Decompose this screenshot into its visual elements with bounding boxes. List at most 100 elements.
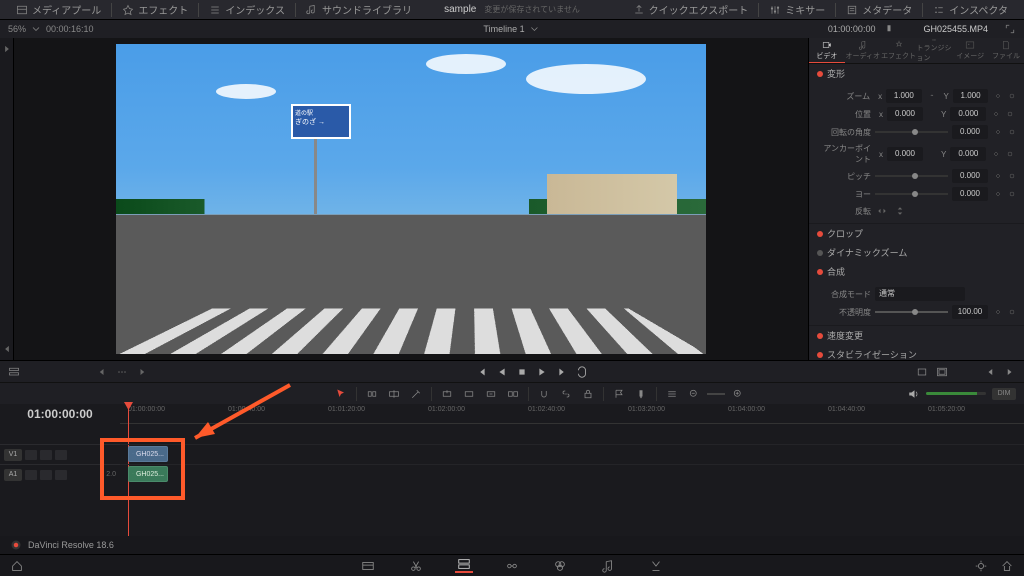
keyframe-icon[interactable] [994,128,1002,136]
last-frame-button[interactable] [555,365,569,379]
jump-start-icon[interactable] [984,366,996,378]
link-icon[interactable] [928,92,936,100]
marker-button[interactable] [632,386,650,402]
effects-button[interactable]: エフェクト [114,2,196,17]
pitch-slider[interactable] [875,175,948,177]
keyframe-icon[interactable] [992,150,1000,158]
tab-video[interactable]: ビデオ [809,38,845,63]
audio-clip[interactable]: GH025... [128,466,168,482]
zoom-slider[interactable] [707,386,725,402]
home-icon[interactable] [10,559,24,573]
track-auto-select[interactable] [55,450,67,460]
deliver-page[interactable] [647,559,665,573]
blend-mode-select[interactable]: 通常 [875,287,965,301]
chevron-down-icon[interactable] [529,23,541,35]
reset-icon[interactable] [1008,92,1016,100]
opacity-input[interactable]: 100.00 [952,305,988,319]
index-button[interactable]: インデックス [201,2,293,17]
zoom-y-input[interactable]: 1.000 [953,89,988,103]
replace-button[interactable] [482,386,500,402]
flag-button[interactable] [610,386,628,402]
prev-edit-icon[interactable] [96,366,108,378]
trim-tool[interactable] [363,386,381,402]
quick-export-button[interactable]: クイックエクスポート [625,2,757,17]
keyframe-icon[interactable] [994,92,1002,100]
zoom-in-button[interactable] [729,386,747,402]
match-frame-icon[interactable] [916,366,928,378]
anchor-x-input[interactable]: 0.000 [887,147,923,161]
flip-h-button[interactable] [875,205,889,217]
video-track-head[interactable]: V1 [0,444,120,464]
zoom-x-input[interactable]: 1.000 [886,89,921,103]
sound-library-button[interactable]: サウンドライブラリ [298,2,420,17]
chevron-down-icon[interactable] [30,23,42,35]
rotation-input[interactable]: 0.000 [952,125,988,139]
zoom-out-button[interactable] [685,386,703,402]
play-reverse-button[interactable] [495,365,509,379]
reset-icon[interactable] [1008,128,1016,136]
section-transform[interactable]: 変形 [809,64,1024,83]
options-icon[interactable] [116,366,128,378]
jump-end-icon[interactable] [1004,366,1016,378]
play-button[interactable] [535,365,549,379]
timeline-view-icon[interactable] [8,366,20,378]
section-crop[interactable]: クロップ [809,224,1024,243]
video-clip[interactable]: GH025... [128,446,168,462]
in-point-icon[interactable] [2,44,12,54]
tab-file[interactable]: ファイル [988,38,1024,63]
snap-button[interactable] [535,386,553,402]
yaw-input[interactable]: 0.000 [952,187,988,201]
audio-track-head[interactable]: A1 2.0 [0,464,120,484]
section-dynamic-zoom[interactable]: ダイナミックズーム [809,243,1024,262]
pitch-input[interactable]: 0.000 [952,169,988,183]
section-composite[interactable]: 合成 [809,262,1024,281]
timeline-options-button[interactable] [663,386,681,402]
track-v1-label[interactable]: V1 [4,449,22,461]
keyframe-icon[interactable] [994,308,1002,316]
selection-tool[interactable] [332,386,350,402]
fairlight-page[interactable] [599,559,617,573]
expand-icon[interactable] [1004,23,1016,35]
tab-audio[interactable]: オーディオ [845,38,881,63]
flip-v-button[interactable] [893,205,907,217]
safe-area-icon[interactable] [936,366,948,378]
reset-icon[interactable] [1008,172,1016,180]
project-settings-icon[interactable] [974,559,988,573]
cut-page[interactable] [407,559,425,573]
dim-button[interactable]: DIM [992,388,1016,400]
inspector-button[interactable]: インスペクタ [925,2,1016,17]
tab-image[interactable]: イメージ [952,38,988,63]
out-point-icon[interactable] [2,344,12,354]
first-frame-button[interactable] [475,365,489,379]
stop-button[interactable] [515,365,529,379]
rotation-slider[interactable] [875,131,948,133]
timeline-ruler[interactable]: 01:00:00:00 01:00:40:00 01:01:20:00 01:0… [120,404,1024,424]
reset-icon[interactable] [1008,308,1016,316]
track-a1-label[interactable]: A1 [4,469,22,481]
opacity-slider[interactable] [875,311,948,313]
pos-x-input[interactable]: 0.000 [887,107,923,121]
timeline-name[interactable]: Timeline 1 [483,24,524,34]
metadata-button[interactable]: メタデータ [838,2,920,17]
fusion-page[interactable] [503,559,521,573]
track-lock-button[interactable] [25,450,37,460]
timeline-viewer[interactable]: 道の駅 ぎのざ → [14,38,808,360]
speaker-icon[interactable] [906,388,920,400]
media-pool-button[interactable]: メディアプール [8,2,109,17]
loop-button[interactable] [575,365,589,379]
lock-button[interactable] [579,386,597,402]
track-disable-button[interactable] [40,450,52,460]
reset-icon[interactable] [1008,190,1016,198]
edit-page[interactable] [455,559,473,573]
track-solo-button[interactable] [55,470,67,480]
media-page[interactable] [359,559,377,573]
tab-effect[interactable]: エフェクト [881,38,917,63]
section-stabilize[interactable]: スタビライゼーション [809,345,1024,360]
blade-tool[interactable] [407,386,425,402]
keyframe-icon[interactable] [992,110,1000,118]
color-page[interactable] [551,559,569,573]
marker-icon[interactable] [883,23,895,35]
viewer-zoom[interactable]: 56% [8,24,26,34]
mixer-button[interactable]: ミキサー [761,2,833,17]
keyframe-icon[interactable] [994,172,1002,180]
